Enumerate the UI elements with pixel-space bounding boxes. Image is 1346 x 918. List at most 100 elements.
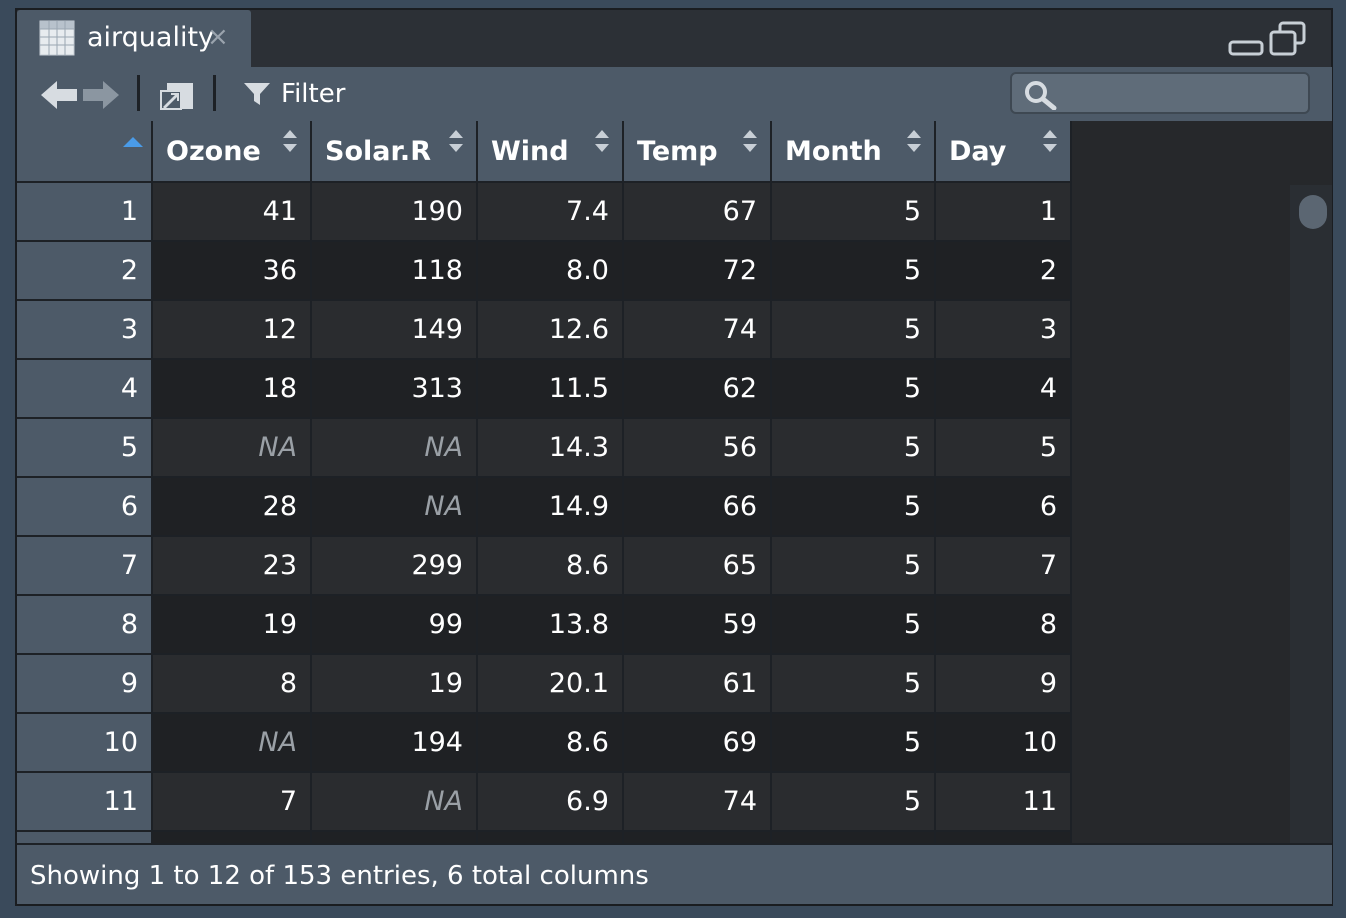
table-cell: 12.6 [478, 301, 624, 360]
table-cell: 12 [153, 301, 312, 360]
table-cell: NA [153, 419, 312, 478]
table-cell: 5 [772, 596, 936, 655]
table-row[interactable]: 12 [17, 832, 1072, 843]
table-cell: 6 [936, 478, 1072, 537]
table-cell: 9 [936, 655, 1072, 714]
table-cell: 19 [153, 596, 312, 655]
table-row[interactable]: 7 23 299 8.6 65 5 7 [17, 537, 1072, 596]
table-cell: 14.9 [478, 478, 624, 537]
table-cell: 5 [772, 537, 936, 596]
column-header-label: Temp [637, 135, 718, 167]
table-cell: 28 [153, 478, 312, 537]
table-row[interactable]: 6 28 NA 14.9 66 5 6 [17, 478, 1072, 537]
tab-airquality[interactable]: airquality × [17, 10, 251, 67]
scrollbar-thumb[interactable] [1299, 195, 1327, 229]
back-arrow-icon[interactable] [39, 77, 79, 113]
table-cell: NA [312, 478, 478, 537]
header-row: Ozone Solar.R Wind Temp Month Day [17, 121, 1072, 183]
table-cell [153, 832, 312, 843]
column-header-label: Day [949, 135, 1007, 167]
table-cell: 65 [624, 537, 772, 596]
table-cell: 7.4 [478, 183, 624, 242]
popout-window-icon[interactable] [157, 77, 197, 113]
maximize-icon[interactable] [1268, 20, 1308, 60]
table-cell: 8.6 [478, 714, 624, 773]
sort-arrows-icon [907, 130, 921, 152]
minimize-icon[interactable] [1228, 20, 1266, 60]
sort-arrows-icon [449, 130, 463, 152]
table-cell: 313 [312, 360, 478, 419]
table-row[interactable]: 11 7 NA 6.9 74 5 11 [17, 773, 1072, 832]
table-cell: 5 [772, 773, 936, 832]
forward-arrow-icon[interactable] [81, 77, 121, 113]
column-header-wind[interactable]: Wind [478, 121, 624, 183]
status-text: Showing 1 to 12 of 153 entries, 6 total … [30, 861, 649, 891]
search-box[interactable] [1010, 72, 1310, 114]
table-cell: 7 [936, 537, 1072, 596]
table-row[interactable]: 3 12 149 12.6 74 5 3 [17, 301, 1072, 360]
table-cell: 1 [936, 183, 1072, 242]
row-number: 8 [17, 596, 153, 655]
column-header-month[interactable]: Month [772, 121, 936, 183]
column-header-temp[interactable]: Temp [624, 121, 772, 183]
table-cell: 8 [153, 655, 312, 714]
table-cell: 5 [772, 419, 936, 478]
row-number-header[interactable] [17, 121, 153, 183]
table-row[interactable]: 5 NA NA 14.3 56 5 5 [17, 419, 1072, 478]
row-number: 9 [17, 655, 153, 714]
column-header-ozone[interactable]: Ozone [153, 121, 312, 183]
row-number: 12 [17, 832, 153, 843]
table-cell: 5 [772, 242, 936, 301]
row-number: 5 [17, 419, 153, 478]
table-cell: 149 [312, 301, 478, 360]
table-cell: 4 [936, 360, 1072, 419]
table-grid-icon [39, 20, 75, 56]
sort-arrows-icon [743, 130, 757, 152]
table-cell: 74 [624, 301, 772, 360]
row-number: 3 [17, 301, 153, 360]
filter-funnel-icon [244, 83, 270, 105]
sort-arrows-icon [283, 130, 297, 152]
table-cell [772, 832, 936, 843]
table-row[interactable]: 1 41 190 7.4 67 5 1 [17, 183, 1072, 242]
table-cell: 62 [624, 360, 772, 419]
table-cell: 66 [624, 478, 772, 537]
table-cell: 13.8 [478, 596, 624, 655]
table-cell [624, 832, 772, 843]
table-cell [312, 832, 478, 843]
column-header-day[interactable]: Day [936, 121, 1072, 183]
table-cell: 194 [312, 714, 478, 773]
table-cell: 41 [153, 183, 312, 242]
toolbar-separator [137, 75, 140, 111]
sort-arrows-icon [595, 130, 609, 152]
column-header-label: Wind [491, 135, 569, 167]
status-bar: Showing 1 to 12 of 153 entries, 6 total … [17, 843, 1332, 904]
column-header-solar-r[interactable]: Solar.R [312, 121, 478, 183]
column-header-label: Solar.R [325, 135, 431, 167]
table-row[interactable]: 9 8 19 20.1 61 5 9 [17, 655, 1072, 714]
row-number: 7 [17, 537, 153, 596]
tab-close-icon[interactable]: × [207, 22, 229, 52]
row-number: 2 [17, 242, 153, 301]
table-row[interactable]: 8 19 99 13.8 59 5 8 [17, 596, 1072, 655]
table-cell: 74 [624, 773, 772, 832]
window-controls [1228, 20, 1310, 60]
table-cell: NA [312, 773, 478, 832]
table-cell: 59 [624, 596, 772, 655]
table-row[interactable]: 10 NA 194 8.6 69 5 10 [17, 714, 1072, 773]
table-cell: 2 [936, 242, 1072, 301]
table-cell: 11.5 [478, 360, 624, 419]
filter-button[interactable]: Filter [243, 75, 345, 113]
search-input[interactable] [1066, 78, 1300, 110]
table-cell: 69 [624, 714, 772, 773]
row-number: 10 [17, 714, 153, 773]
row-number: 4 [17, 360, 153, 419]
table-cell: 10 [936, 714, 1072, 773]
table-cell: 6.9 [478, 773, 624, 832]
table-cell: 56 [624, 419, 772, 478]
table-row[interactable]: 4 18 313 11.5 62 5 4 [17, 360, 1072, 419]
vertical-scrollbar[interactable] [1290, 185, 1332, 843]
table-row[interactable]: 2 36 118 8.0 72 5 2 [17, 242, 1072, 301]
table-cell: 3 [936, 301, 1072, 360]
data-table: Ozone Solar.R Wind Temp Month Day 1 41 1… [17, 121, 1072, 843]
